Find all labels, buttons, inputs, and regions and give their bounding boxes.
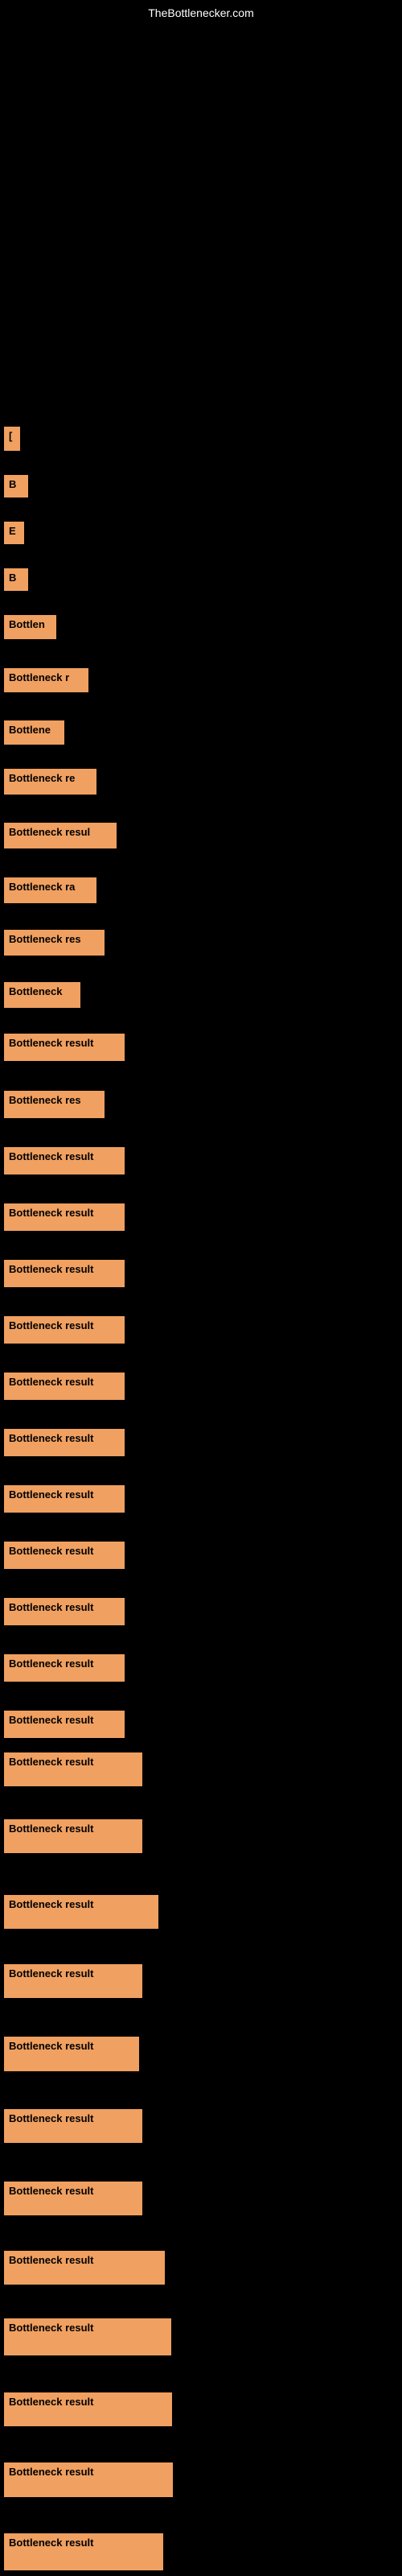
bottleneck-result-label: Bottleneck result	[4, 1034, 125, 1061]
bottleneck-result-label: Bottleneck result	[4, 1819, 142, 1853]
bottleneck-result-label: Bottlen	[4, 615, 56, 639]
bottleneck-result-label: Bottleneck result	[4, 1485, 125, 1513]
bottleneck-result-label: Bottleneck result	[4, 1964, 142, 1998]
bottleneck-result-label: Bottleneck	[4, 982, 80, 1008]
bottleneck-result-label: Bottleneck result	[4, 2318, 171, 2355]
bottleneck-result-label: Bottleneck resul	[4, 823, 117, 848]
bottleneck-result-label: E	[4, 522, 24, 544]
bottleneck-result-label: Bottlene	[4, 720, 64, 745]
bottleneck-result-label: B	[4, 568, 28, 591]
bottleneck-result-label: Bottleneck re	[4, 769, 96, 795]
bottleneck-result-label: Bottleneck res	[4, 930, 105, 956]
bottleneck-result-label: Bottleneck result	[4, 1895, 158, 1929]
bottleneck-result-label: Bottleneck r	[4, 668, 88, 692]
bottleneck-result-label: Bottleneck result	[4, 2392, 172, 2426]
bottleneck-result-label: Bottleneck result	[4, 1752, 142, 1786]
bottleneck-result-label: Bottleneck result	[4, 1147, 125, 1174]
bottleneck-result-label: Bottleneck result	[4, 1260, 125, 1287]
bottleneck-result-label: Bottleneck result	[4, 1316, 125, 1344]
bottleneck-result-label: Bottleneck result	[4, 1711, 125, 1738]
bottleneck-result-label: Bottleneck result	[4, 2182, 142, 2215]
bottleneck-result-label: Bottleneck result	[4, 2109, 142, 2143]
bottleneck-result-label: Bottleneck result	[4, 1654, 125, 1682]
bottleneck-result-label: Bottleneck result	[4, 1203, 125, 1231]
bottleneck-result-label: Bottleneck ra	[4, 877, 96, 903]
bottleneck-result-label: Bottleneck res	[4, 1091, 105, 1118]
bottleneck-result-label: Bottleneck result	[4, 2462, 173, 2497]
bottleneck-result-label: Bottleneck result	[4, 1429, 125, 1456]
bottleneck-result-label: Bottleneck result	[4, 2251, 165, 2285]
site-title: TheBottlenecker.com	[148, 6, 254, 19]
bottleneck-result-label: [	[4, 427, 20, 451]
bottleneck-result-label: Bottleneck result	[4, 1373, 125, 1400]
bottleneck-result-label: B	[4, 475, 28, 497]
bottleneck-result-label: Bottleneck result	[4, 2533, 163, 2570]
bottleneck-result-label: Bottleneck result	[4, 2037, 139, 2071]
bottleneck-result-label: Bottleneck result	[4, 1598, 125, 1625]
bottleneck-result-label: Bottleneck result	[4, 1542, 125, 1569]
